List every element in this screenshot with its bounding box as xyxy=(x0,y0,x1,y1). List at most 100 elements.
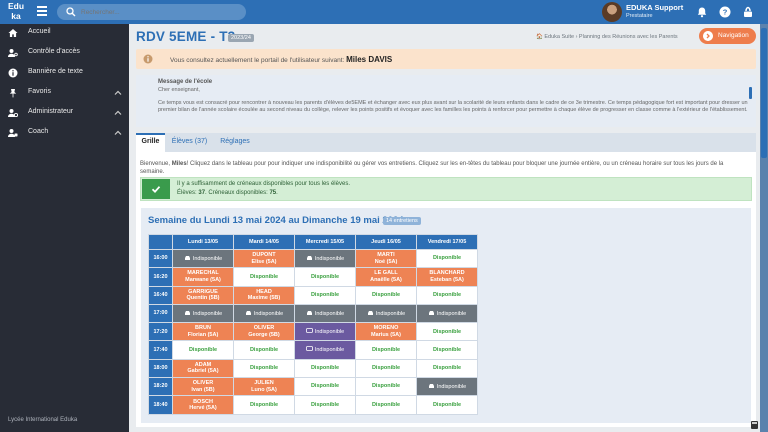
slot-available[interactable]: Disponible xyxy=(416,395,478,415)
slot-booked[interactable]: ADAM Gabriel (5A) xyxy=(172,358,234,379)
slot-available[interactable]: Disponible xyxy=(355,340,417,360)
tab-grille[interactable]: Grille xyxy=(136,133,165,152)
slot-booked[interactable]: MORENO Marius (5A) xyxy=(355,322,417,342)
slot-booked[interactable]: BLANCHARD Esteban (5A) xyxy=(416,267,478,287)
eduka-logo[interactable]: Edu ka xyxy=(3,1,29,21)
time-header[interactable]: 17:20 xyxy=(148,322,173,342)
slot-booked[interactable]: LE GALL Anaëlle (5A) xyxy=(355,267,417,287)
slot-available[interactable]: Disponible xyxy=(294,377,356,397)
sidebar-item-favoris[interactable]: Favoris xyxy=(0,84,129,102)
slot-available[interactable]: Disponible xyxy=(294,267,356,287)
student-firstname: Maxime (5B) xyxy=(247,295,281,302)
day-header[interactable]: Mercredi 15/05 xyxy=(294,234,356,250)
day-header[interactable]: Mardi 14/05 xyxy=(233,234,295,250)
slot-available[interactable]: Disponible xyxy=(355,395,417,415)
coach-user-icon xyxy=(8,129,18,137)
slot-unavailable[interactable]: Indisponible xyxy=(416,303,478,324)
time-header[interactable]: 17:00 xyxy=(148,303,173,324)
slot-unavailable[interactable]: Indisponible xyxy=(355,303,417,324)
time-header[interactable]: 18:40 xyxy=(148,395,173,415)
success-badge xyxy=(142,179,170,199)
tab-reglages[interactable]: Réglages xyxy=(214,133,256,152)
sidebar-item-banniere[interactable]: Bannière de texte xyxy=(0,64,129,82)
alert-user: Miles DAVIS xyxy=(346,55,393,64)
slot-available[interactable]: Disponible xyxy=(233,340,295,360)
slot-unavailable[interactable]: Indisponible xyxy=(294,303,356,324)
user-name[interactable]: EDUKA Support xyxy=(626,3,683,12)
slot-booked[interactable]: GARRIGUE Quentin (5B) xyxy=(172,285,234,305)
bell-icon[interactable] xyxy=(696,6,708,18)
slot-available[interactable]: Disponible xyxy=(233,358,295,379)
slot-booked[interactable]: OLIVER Ivan (5B) xyxy=(172,377,234,397)
slot-booked[interactable]: OLIVER George (5B) xyxy=(233,322,295,342)
slot-unavailable-conference[interactable]: Indisponible xyxy=(294,322,356,342)
time-header[interactable]: 16:40 xyxy=(148,285,173,305)
message-scrollbar[interactable] xyxy=(749,87,752,99)
time-header[interactable]: 17:40 xyxy=(148,340,173,360)
slot-booked[interactable]: JULIEN Luno (5A) xyxy=(233,377,295,397)
student-firstname: George (5B) xyxy=(248,331,280,338)
slot-label: Disponible xyxy=(432,255,462,262)
slot-unavailable-conference[interactable]: Indisponible xyxy=(294,340,356,360)
chat-icon xyxy=(305,328,313,333)
scrollbar-thumb[interactable] xyxy=(761,28,767,158)
sidebar-item-controle-acces[interactable]: Contrôle d'accès xyxy=(0,44,129,62)
day-header[interactable]: Jeudi 16/05 xyxy=(355,234,417,250)
slot-booked[interactable]: MARECHAL Marwane (5A) xyxy=(172,267,234,287)
slot-label: Disponible xyxy=(310,273,340,280)
search-bar[interactable] xyxy=(57,4,246,20)
slot-available[interactable]: Disponible xyxy=(233,395,295,415)
slot-booked[interactable]: DUPONT Elise (5A) xyxy=(233,248,295,269)
slot-booked[interactable]: BOSCH Hervé (5A) xyxy=(172,395,234,415)
slot-available[interactable]: Disponible xyxy=(355,285,417,305)
avatar[interactable] xyxy=(602,2,622,22)
time-header[interactable]: 16:00 xyxy=(148,248,173,269)
slot-available[interactable]: Disponible xyxy=(416,340,478,360)
slot-unavailable[interactable]: Indisponible xyxy=(294,248,356,269)
slot-label: Disponible xyxy=(310,401,340,408)
slot-unavailable[interactable]: Indisponible xyxy=(233,303,295,324)
sidebar-item-coach[interactable]: Coach xyxy=(0,124,129,142)
slot-available[interactable]: Disponible xyxy=(416,322,478,342)
slot-booked[interactable]: MARTI Noé (5A) xyxy=(355,248,417,269)
logo-line-1: Edu xyxy=(7,1,25,11)
sidebar-item-label: Contrôle d'accès xyxy=(28,48,80,55)
admin-user-icon xyxy=(8,109,18,118)
page-title: RDV 5EME - T3 xyxy=(136,29,236,44)
hamburger-menu-icon[interactable] xyxy=(37,6,47,16)
slot-booked[interactable]: BRUN Florian (5A) xyxy=(172,322,234,342)
time-header[interactable]: 16:20 xyxy=(148,267,173,287)
tab-eleves[interactable]: Élèves (37) xyxy=(167,133,212,152)
slot-available[interactable]: Disponible xyxy=(172,340,234,360)
slot-available[interactable]: Disponible xyxy=(355,377,417,397)
student-firstname: Gabriel (5A) xyxy=(187,368,219,375)
day-header[interactable]: Lundi 13/05 xyxy=(172,234,234,250)
slot-unavailable[interactable]: Indisponible xyxy=(172,303,234,324)
time-header[interactable]: 18:20 xyxy=(148,377,173,397)
slot-available[interactable]: Disponible xyxy=(416,248,478,269)
slot-unavailable[interactable]: Indisponible xyxy=(172,248,234,269)
slot-unavailable[interactable]: Indisponible xyxy=(416,377,478,397)
day-header[interactable]: Vendredi 17/05 xyxy=(416,234,478,250)
slot-label: Indisponible xyxy=(314,310,345,317)
slot-available[interactable]: Disponible xyxy=(355,358,417,379)
car-icon xyxy=(184,310,190,315)
slot-label: Indisponible xyxy=(314,255,345,262)
navigation-button[interactable]: Navigation xyxy=(699,28,756,44)
calculator-icon[interactable] xyxy=(751,421,758,429)
slot-booked[interactable]: HEAD Maxime (5B) xyxy=(233,285,295,305)
sidebar-item-accueil[interactable]: Accueil xyxy=(0,24,129,42)
slot-available[interactable]: Disponible xyxy=(294,285,356,305)
slot-available[interactable]: Disponible xyxy=(416,358,478,379)
page-scrollbar[interactable] xyxy=(760,24,768,432)
slot-available[interactable]: Disponible xyxy=(294,395,356,415)
slot-available[interactable]: Disponible xyxy=(233,267,295,287)
time-header[interactable]: 18:00 xyxy=(148,358,173,379)
sidebar-item-administrateur[interactable]: Administrateur xyxy=(0,104,129,122)
search-input[interactable] xyxy=(81,6,241,18)
breadcrumb[interactable]: 🏠 Eduka Suite › Planning des Réunions av… xyxy=(536,34,678,40)
logout-icon[interactable] xyxy=(742,6,754,18)
help-icon[interactable]: ? xyxy=(719,6,731,18)
slot-available[interactable]: Disponible xyxy=(294,358,356,379)
slot-available[interactable]: Disponible xyxy=(416,285,478,305)
